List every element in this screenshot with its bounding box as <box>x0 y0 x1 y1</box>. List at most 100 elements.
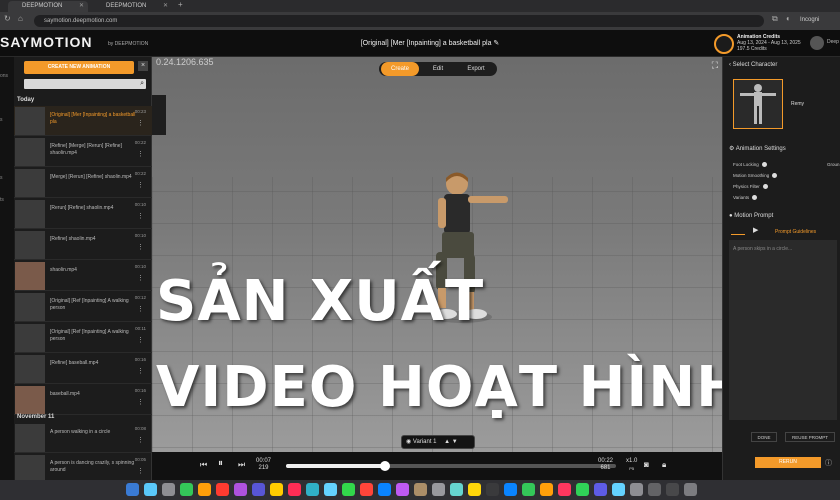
dock-app-icon[interactable] <box>414 483 427 496</box>
dock-app-icon[interactable] <box>504 483 517 496</box>
more-options-icon[interactable]: ⋮ <box>137 181 144 189</box>
dock-app-icon[interactable] <box>144 483 157 496</box>
dock-app-icon[interactable] <box>378 483 391 496</box>
list-item[interactable]: [Original] [Ref [Inpainting] A walking p… <box>14 323 152 353</box>
setting-foot-locking[interactable]: Foot Locking <box>733 162 767 168</box>
dock-app-icon[interactable] <box>162 483 175 496</box>
more-options-icon[interactable]: ⋮ <box>137 336 144 344</box>
camera-icon[interactable]: ◙ <box>644 460 649 469</box>
dock-app-icon[interactable] <box>432 483 445 496</box>
more-options-icon[interactable]: ⋮ <box>137 467 144 475</box>
thumbs-up-icon[interactable]: ▲ <box>444 439 450 445</box>
rail-item[interactable]: s <box>0 117 3 123</box>
dock-app-icon[interactable] <box>198 483 211 496</box>
more-options-icon[interactable]: ⋮ <box>137 274 144 282</box>
list-item[interactable]: [Merge] [Rerun] [Refine] shaolin.mp4 00:2… <box>14 168 152 198</box>
dock-app-icon[interactable] <box>576 483 589 496</box>
browser-tab[interactable]: DEEPMOTION ✕ <box>8 1 88 12</box>
more-options-icon[interactable]: ⋮ <box>137 305 144 313</box>
dock-app-icon[interactable] <box>666 483 679 496</box>
dock-app-icon[interactable] <box>270 483 283 496</box>
dock-app-icon[interactable] <box>450 483 463 496</box>
variant-selector[interactable]: ◉ Variant 1 ▲ ▼ <box>401 435 475 449</box>
dock-app-icon[interactable] <box>648 483 661 496</box>
prompt-guidelines-link[interactable]: Prompt Guidelines <box>775 229 816 235</box>
more-options-icon[interactable]: ⋮ <box>137 436 144 444</box>
mode-create[interactable]: Create <box>381 62 419 76</box>
lock-icon[interactable]: 🔒︎ <box>662 460 666 470</box>
profile-label[interactable]: Incogni <box>800 17 819 23</box>
close-tab-icon[interactable]: ✕ <box>163 1 168 12</box>
dock-app-icon[interactable] <box>522 483 535 496</box>
rerun-button[interactable]: RERUN <box>755 457 821 468</box>
dock-app-icon[interactable] <box>486 483 499 496</box>
dock-app-icon[interactable] <box>684 483 697 496</box>
new-tab-icon[interactable]: + <box>178 0 183 9</box>
list-item[interactable]: shaolin.mp4 00:10 ⋮ <box>14 261 152 291</box>
dock-app-icon[interactable] <box>630 483 643 496</box>
setting-motion-smoothing[interactable]: Motion Smoothing <box>733 173 778 179</box>
extensions-icon[interactable]: ⧉ <box>772 14 778 24</box>
incognito-icon[interactable]: ◐ <box>786 14 791 23</box>
more-options-icon[interactable]: ⋮ <box>137 243 144 251</box>
close-tab-icon[interactable]: ✕ <box>79 1 84 12</box>
search-input[interactable]: ⌕ <box>24 79 146 89</box>
done-button[interactable]: DONE <box>751 432 777 442</box>
list-item[interactable]: A person walking in a circle 00:08 ⋮ <box>14 423 152 453</box>
more-options-icon[interactable]: ⋮ <box>137 398 144 406</box>
app-logo[interactable]: SAYMOTION <box>0 34 93 50</box>
prev-frame-icon[interactable]: ⏮ <box>200 460 207 470</box>
dock-app-icon[interactable] <box>126 483 139 496</box>
more-options-icon[interactable]: ⋮ <box>137 150 144 158</box>
dock-app-icon[interactable] <box>288 483 301 496</box>
video-prompt-icon[interactable]: ▶ <box>753 226 758 234</box>
list-item[interactable]: [Refine] [Merge] [Rerun] [Refine] shaoli… <box>14 137 152 167</box>
speed-control[interactable]: x1.0 P5 <box>626 458 637 472</box>
setting-variants[interactable]: Variants <box>733 195 758 201</box>
dock-app-icon[interactable] <box>180 483 193 496</box>
character-thumbnail[interactable] <box>733 79 783 129</box>
create-new-animation-button[interactable]: CREATE NEW ANIMATION <box>24 61 134 74</box>
list-item[interactable]: [Refine] shaolin.mp4 00:10 ⋮ <box>14 230 152 260</box>
browser-tab[interactable]: DEEPMOTION ✕ <box>92 1 172 12</box>
list-item[interactable]: [Original] [Mer [Inpainting] a basketbal… <box>14 106 152 136</box>
dock-app-icon[interactable] <box>342 483 355 496</box>
list-item[interactable]: [Rerun] [Refine] shaolin.mp4 00:10 ⋮ <box>14 199 152 229</box>
dock-app-icon[interactable] <box>594 483 607 496</box>
rail-item[interactable]: ons <box>0 73 8 79</box>
rail-item[interactable]: s <box>0 175 3 181</box>
dock-app-icon[interactable] <box>540 483 553 496</box>
dock-app-icon[interactable] <box>360 483 373 496</box>
more-options-icon[interactable]: ⋮ <box>137 212 144 220</box>
dock-app-icon[interactable] <box>558 483 571 496</box>
setting-physics-filter[interactable]: Physics Filter <box>733 184 768 190</box>
more-options-icon[interactable]: ⋮ <box>137 119 144 127</box>
dock-app-icon[interactable] <box>468 483 481 496</box>
dock-app-icon[interactable] <box>306 483 319 496</box>
mode-edit[interactable]: Edit <box>419 62 457 76</box>
dock-app-icon[interactable] <box>234 483 247 496</box>
address-bar[interactable]: saymotion.deepmotion.com <box>34 15 764 27</box>
list-item[interactable]: [Original] [Ref [Inpainting] A walking p… <box>14 292 152 322</box>
prompt-text-tab[interactable] <box>731 225 745 235</box>
more-options-icon[interactable]: ⋮ <box>137 367 144 375</box>
fullscreen-icon[interactable]: ⛶ <box>712 60 718 71</box>
search-icon[interactable]: ⌕ <box>140 79 144 89</box>
dock-app-icon[interactable] <box>612 483 625 496</box>
dock-app-icon[interactable] <box>216 483 229 496</box>
dock-app-icon[interactable] <box>252 483 265 496</box>
reload-icon[interactable]: ↻ <box>4 14 11 23</box>
list-item[interactable]: baseball.mp4 00:16 ⋮ <box>14 385 152 415</box>
timeline-slider[interactable] <box>286 461 616 471</box>
close-panel-button[interactable]: × <box>138 61 148 71</box>
side-dock-tab[interactable] <box>152 95 166 135</box>
pause-icon[interactable]: ⏸ <box>218 458 223 469</box>
thumbs-down-icon[interactable]: ▼ <box>452 439 458 445</box>
dock-app-icon[interactable] <box>396 483 409 496</box>
dock-app-icon[interactable] <box>324 483 337 496</box>
next-frame-icon[interactable]: ⏭ <box>238 460 245 470</box>
reuse-prompt-button[interactable]: REUSE PROMPT <box>785 432 835 442</box>
mode-export[interactable]: Export <box>457 62 495 76</box>
avatar[interactable] <box>810 36 824 50</box>
list-item[interactable]: [Refine] baseball.mp4 00:16 ⋮ <box>14 354 152 384</box>
